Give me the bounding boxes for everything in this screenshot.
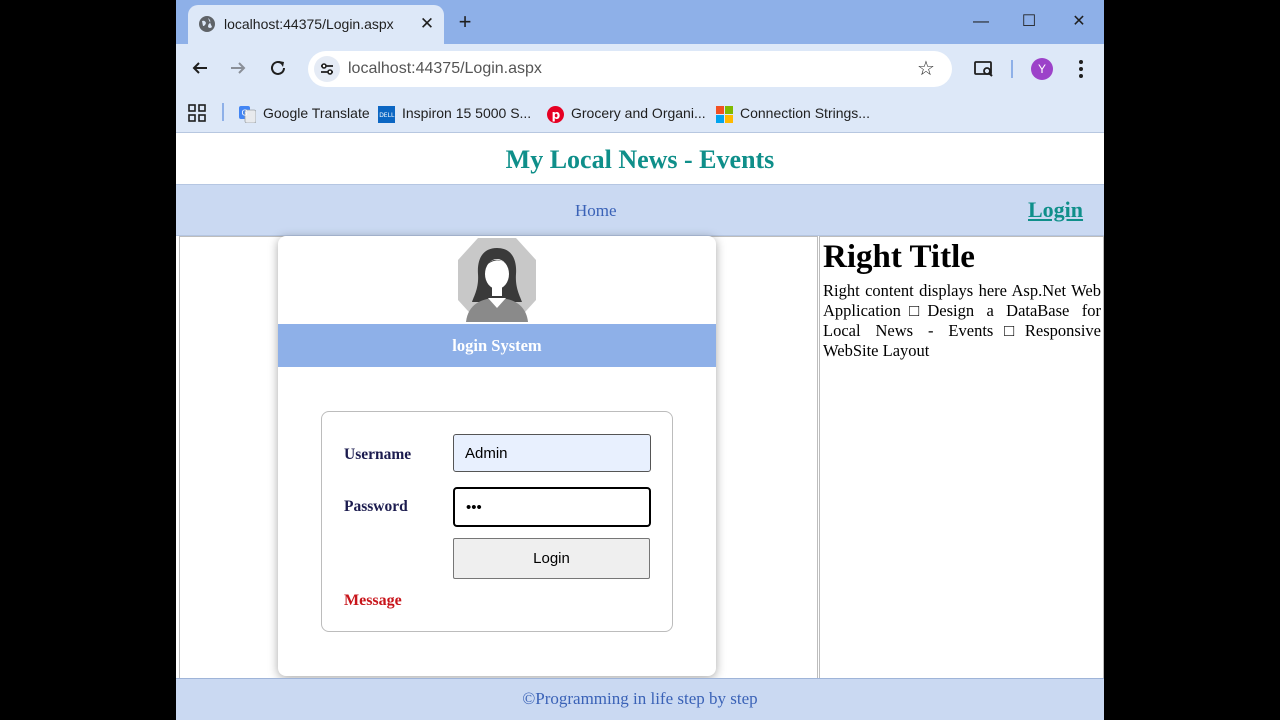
nav-menu: Home Login xyxy=(176,184,1104,236)
maximize-button[interactable]: ☐ xyxy=(1014,8,1044,36)
forward-button[interactable] xyxy=(224,54,252,82)
new-tab-button[interactable]: + xyxy=(452,9,478,35)
bookmark-label: Connection Strings... xyxy=(740,105,870,121)
bookmark-star-icon[interactable]: ☆ xyxy=(914,57,938,81)
site-info-icon[interactable] xyxy=(314,56,340,82)
message-label: Message xyxy=(344,592,402,609)
login-card: login System Username Password Login Mes… xyxy=(278,236,716,676)
right-content-pane: Right Title Right content displays here … xyxy=(819,236,1104,680)
svg-text:G: G xyxy=(242,108,248,117)
minimize-button[interactable]: — xyxy=(966,8,996,36)
username-input[interactable] xyxy=(453,434,651,472)
bookmarks-divider xyxy=(222,103,224,121)
username-label: Username xyxy=(344,446,412,463)
web-page: My Local News - Events Home Login login … xyxy=(176,133,1104,720)
reload-icon xyxy=(271,60,285,75)
login-header-band: login System xyxy=(278,324,716,367)
site-header: My Local News - Events xyxy=(176,133,1104,184)
arrow-right-icon xyxy=(231,62,246,74)
login-button[interactable]: Login xyxy=(453,538,650,579)
browser-window: localhost:44375/Login.aspx ✕ + — ☐ ✕ loc… xyxy=(176,0,1104,720)
site-footer: ©Programming in life step by step xyxy=(176,678,1104,720)
tab-close-icon[interactable]: ✕ xyxy=(416,13,438,35)
google-translate-icon: G xyxy=(239,105,256,123)
bookmark-grocery[interactable]: p Grocery and Organi... xyxy=(547,102,706,124)
footer-text: ©Programming in life step by step xyxy=(522,689,758,708)
right-title: Right Title xyxy=(823,239,975,275)
login-header-title: login System xyxy=(452,336,542,355)
reload-button[interactable] xyxy=(264,54,292,82)
password-input[interactable] xyxy=(453,487,651,527)
back-button[interactable] xyxy=(186,54,214,82)
menu-kebab-icon[interactable] xyxy=(1068,56,1094,82)
globe-icon xyxy=(199,16,215,32)
right-content-text: Right content displays here Asp.Net Web … xyxy=(823,281,1101,360)
close-window-button[interactable]: ✕ xyxy=(1064,8,1094,36)
arrow-left-icon xyxy=(192,62,207,74)
bookmark-google-translate[interactable]: G Google Translate xyxy=(239,102,370,124)
pinterest-icon: p xyxy=(547,105,564,123)
password-label: Password xyxy=(344,498,408,515)
svg-text:DELL: DELL xyxy=(379,112,395,119)
bookmarks-bar: G Google Translate DELL Inspiron 15 5000 S… xyxy=(176,94,1104,133)
nav-home-link[interactable]: Home xyxy=(575,201,617,221)
site-title: My Local News - Events xyxy=(505,145,775,174)
apps-grid-icon[interactable] xyxy=(188,102,206,124)
bookmark-label: Grocery and Organi... xyxy=(571,105,706,121)
cast-search-icon[interactable] xyxy=(971,56,997,82)
bookmark-connection-strings[interactable]: Connection Strings... xyxy=(716,102,870,124)
url-text[interactable]: localhost:44375/Login.aspx xyxy=(348,60,542,78)
bookmark-inspiron[interactable]: DELL Inspiron 15 5000 S... xyxy=(378,102,531,124)
tab-title: localhost:44375/Login.aspx xyxy=(224,16,394,32)
svg-text:p: p xyxy=(552,108,561,122)
browser-toolbar: localhost:44375/Login.aspx ☆ Y xyxy=(176,44,1104,94)
browser-tab[interactable]: localhost:44375/Login.aspx ✕ xyxy=(188,5,444,44)
dell-icon: DELL xyxy=(378,105,395,123)
microsoft-icon xyxy=(716,105,733,123)
nav-login-link[interactable]: Login xyxy=(1028,197,1083,223)
address-bar[interactable]: localhost:44375/Login.aspx ☆ xyxy=(308,51,952,87)
title-bar: localhost:44375/Login.aspx ✕ + — ☐ ✕ xyxy=(176,0,1104,44)
profile-avatar[interactable]: Y xyxy=(1031,58,1053,80)
bookmark-label: Google Translate xyxy=(263,105,370,121)
login-form: Username Password Login Message xyxy=(321,411,673,632)
bookmark-label: Inspiron 15 5000 S... xyxy=(402,105,532,121)
toolbar-divider xyxy=(1011,60,1013,78)
user-avatar-icon xyxy=(458,238,536,322)
